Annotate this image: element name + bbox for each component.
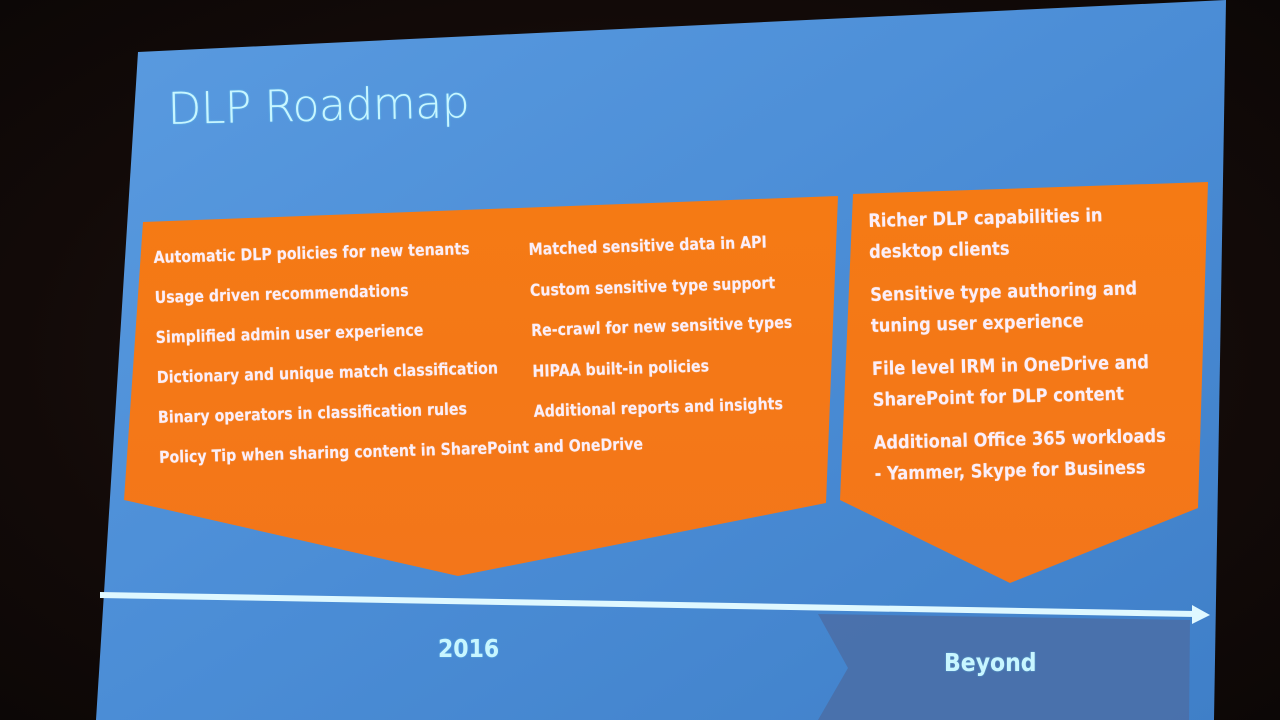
list-item: Sensitive type authoring and tuning user… xyxy=(870,273,1163,342)
list-item: Re-crawl for new sensitive types xyxy=(530,312,793,340)
list-item: Additional reports and insights xyxy=(533,394,784,421)
timeline-label-beyond: Beyond xyxy=(944,648,1037,677)
timeline-label-2016: 2016 xyxy=(438,634,500,663)
list-item-line: - Yammer, Skype for Business xyxy=(874,457,1146,485)
list-item-line: desktop clients xyxy=(868,238,1010,263)
slide-title: DLP Roadmap xyxy=(167,77,470,135)
list-item-line: SharePoint for DLP content xyxy=(872,383,1125,411)
list-item: Richer DLP capabilities in desktop clien… xyxy=(868,199,1161,268)
list-item: Additional Office 365 workloads - Yammer… xyxy=(873,421,1166,490)
phase-beyond-list: Richer DLP capabilities in desktop clien… xyxy=(868,199,1167,502)
list-item-line: tuning user experience xyxy=(870,310,1084,337)
projected-slide: DLP Roadmap Automatic DLP policies for n… xyxy=(0,0,1280,720)
phase-2016-right-list: Matched sensitive data in API Custom sen… xyxy=(528,222,795,433)
list-item: File level IRM in OneDrive and SharePoin… xyxy=(872,347,1165,416)
